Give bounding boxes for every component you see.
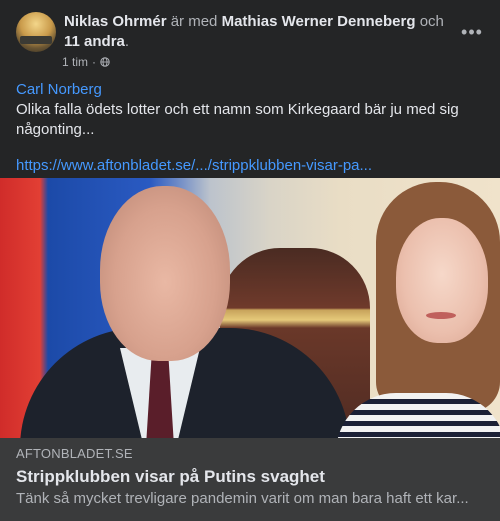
tagged-person-link[interactable]: Mathias Werner Denneberg [222, 13, 416, 30]
post-body: Carl Norberg Olika falla ödets lotter oc… [16, 80, 484, 176]
post-meta: 1 tim · [62, 55, 110, 69]
link-preview-image[interactable] [0, 178, 500, 438]
link-domain: AFTONBLADET.SE [16, 446, 133, 461]
others-link[interactable]: 11 andra [64, 33, 125, 50]
link-description: Tänk så mycket trevligare pandemin varit… [16, 490, 469, 507]
author-avatar[interactable] [16, 12, 56, 52]
link-title[interactable]: Strippklubben visar på Putins svaghet [16, 467, 325, 487]
post-message: Olika falla ödets lotter och ett namn so… [16, 101, 459, 138]
post-attribution: Niklas Ohrmér är med Mathias Werner Denn… [64, 12, 444, 52]
link-preview[interactable]: AFTONBLADET.SE Strippklubben visar på Pu… [0, 438, 500, 521]
woman-face [396, 218, 488, 343]
article-url-link[interactable]: https://www.aftonbladet.se/.../strippklu… [16, 156, 484, 176]
meta-separator: · [92, 55, 97, 69]
mention-link[interactable]: Carl Norberg [16, 80, 484, 100]
post-timestamp[interactable]: 1 tim [62, 55, 88, 69]
feed-post-card: Niklas Ohrmér är med Mathias Werner Denn… [0, 0, 500, 521]
more-options-icon[interactable]: ••• [460, 20, 484, 44]
and-text: och [419, 13, 444, 30]
woman-lips [426, 312, 456, 319]
attribution-period: . [124, 33, 130, 50]
author-name[interactable]: Niklas Ohrmér [64, 13, 167, 30]
with-text: är med [170, 13, 218, 30]
man-face [100, 186, 230, 361]
globe-icon[interactable] [100, 57, 110, 67]
